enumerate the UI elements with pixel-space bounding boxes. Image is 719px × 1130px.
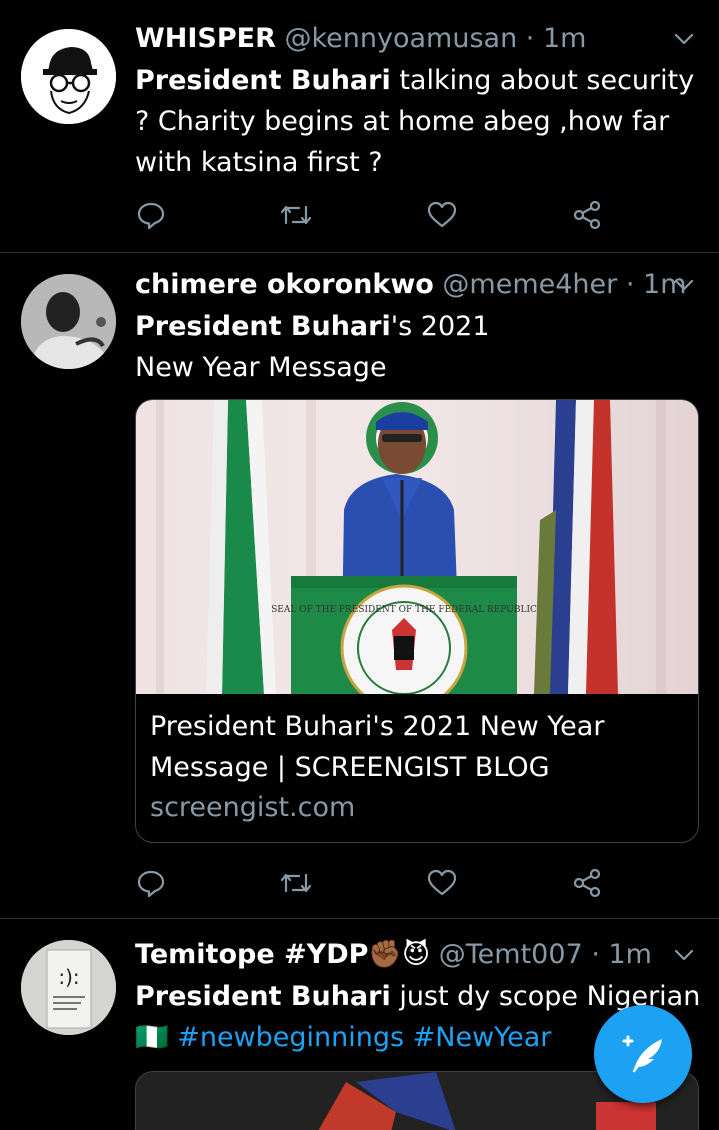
flag-emoji: 🇳🇬 [135,1022,169,1053]
chevron-down-icon[interactable] [671,272,697,298]
author-name-emoji: ✊🏾😈 [368,939,431,970]
mention-bold: President Buhari [135,981,391,1012]
timestamp[interactable]: 1m [543,23,586,54]
mention-bold: President Buhari [135,311,391,342]
tweet-2[interactable]: chimere okoronkwo @meme4her · 1m Preside… [0,253,719,918]
author-name[interactable]: WHISPER [135,23,276,54]
link-card-domain[interactable]: screengist.com [136,788,698,842]
retweet-icon[interactable] [279,199,312,231]
tweet-1[interactable]: WHISPER @kennyoamusan · 1m President Buh… [0,0,719,252]
like-icon[interactable] [426,199,458,231]
tweet-header: WHISPER @kennyoamusan · 1m [135,22,699,56]
separator: · [591,939,600,970]
author-name[interactable]: chimere okoronkwo [135,269,434,300]
avatar-cartoon-image [21,29,116,124]
president-podium-image: SEAL OF THE PRESIDENT OF THE FEDERAL REP… [136,400,698,694]
link-card-image: SEAL OF THE PRESIDENT OF THE FEDERAL REP… [136,400,698,694]
avatar-photo [21,274,116,369]
reply-icon[interactable] [135,199,167,231]
author-handle[interactable]: @Temt007 [439,939,583,970]
chevron-down-icon[interactable] [671,26,697,52]
tweet-text: President Buhari talking about security … [135,60,700,183]
compose-tweet-button[interactable] [594,1005,692,1103]
tweet-actions [135,867,605,907]
share-icon[interactable] [571,867,603,899]
tweet-text: President Buhari's 2021 New Year Message [135,306,535,388]
like-icon[interactable] [426,867,458,899]
timestamp[interactable]: 1m [609,939,652,970]
retweet-icon[interactable] [279,867,312,899]
hashtags[interactable]: #newbeginnings #NewYear [177,1022,551,1053]
tweet-header: Temitope #YDP✊🏾😈 @Temt007 · 1m [135,938,699,972]
avatar[interactable] [21,274,116,369]
chevron-down-icon[interactable] [671,942,697,968]
avatar[interactable] [21,29,116,124]
seal-text: SEAL OF THE PRESIDENT OF THE FEDERAL REP… [271,605,537,615]
mention-bold: President Buhari [135,65,391,96]
author-handle[interactable]: @meme4her [442,269,617,300]
svg-text::):: :): [58,965,79,989]
compose-tweet-icon [622,1035,662,1073]
tweet-header: chimere okoronkwo @meme4her · 1m [135,268,699,302]
reply-icon[interactable] [135,867,167,899]
avatar[interactable]: :): [21,940,116,1035]
separator: · [525,23,535,54]
share-icon[interactable] [571,199,603,231]
separator: · [625,269,635,300]
avatar-sign-image: :): [21,940,116,1035]
link-card-title[interactable]: President Buhari's 2021 New Year Message… [136,694,698,788]
author-handle[interactable]: @kennyoamusan [285,23,518,54]
author-name[interactable]: Temitope #YDP [135,939,368,970]
link-card[interactable]: SEAL OF THE PRESIDENT OF THE FEDERAL REP… [135,399,699,843]
tweet-actions [135,199,605,239]
